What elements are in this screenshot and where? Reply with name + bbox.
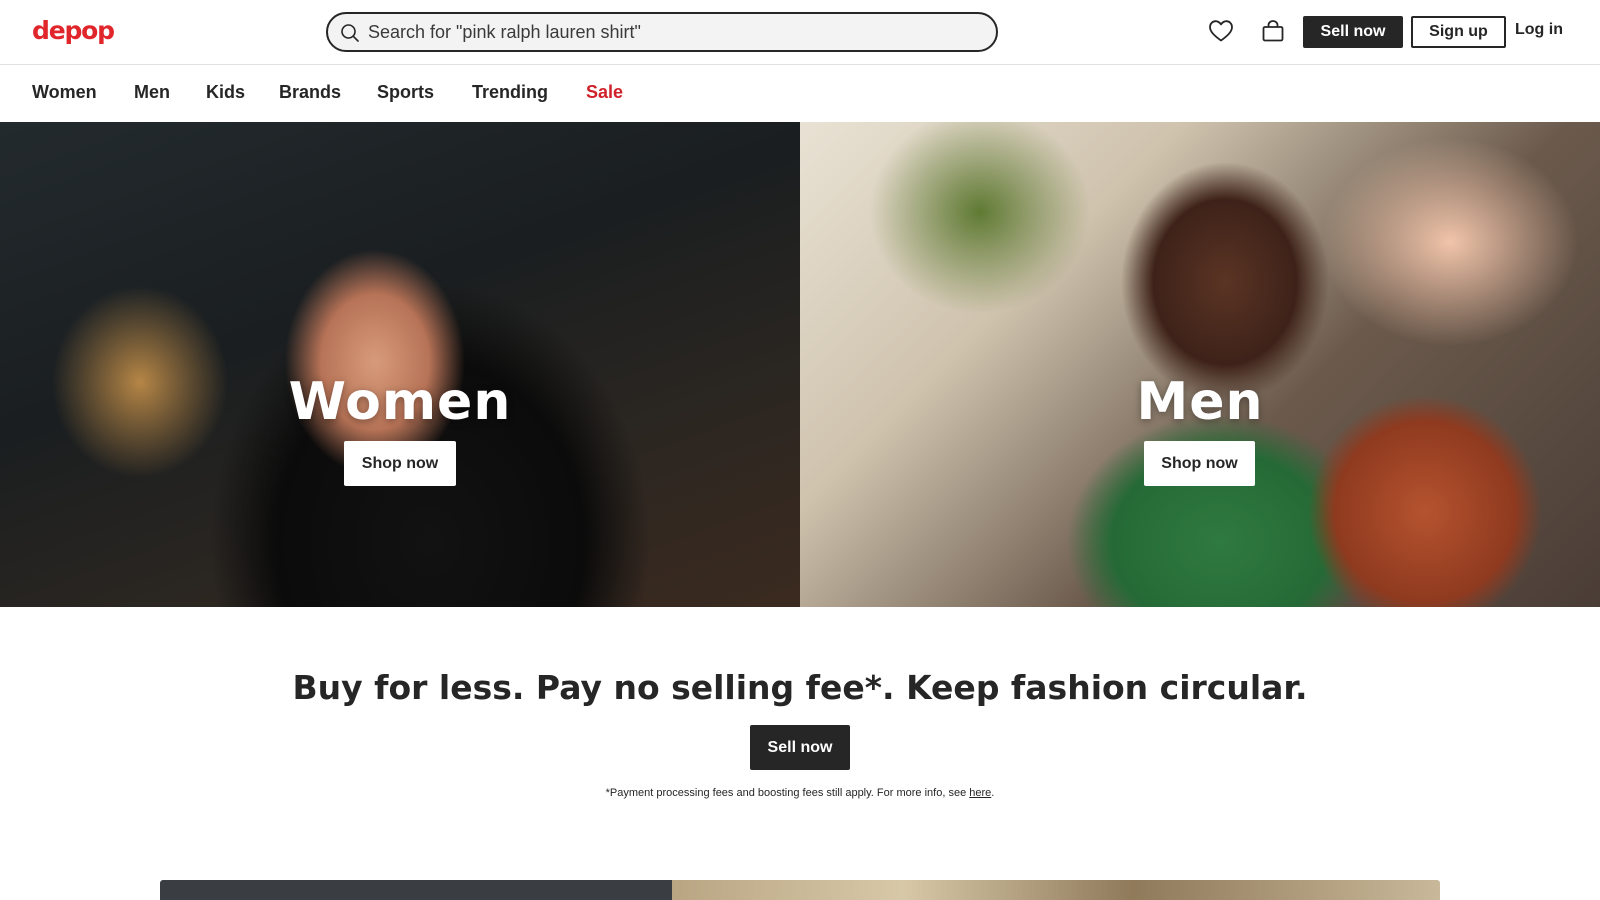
bottom-promo-banner xyxy=(160,880,1440,900)
sign-up-button[interactable]: Sign up xyxy=(1411,16,1506,48)
fee-footnote: *Payment processing fees and boosting fe… xyxy=(0,787,1600,799)
search-input[interactable] xyxy=(368,20,978,44)
hero-women-title: Women xyxy=(288,372,512,432)
nav-item-women[interactable]: Women xyxy=(32,82,97,103)
search-icon[interactable] xyxy=(340,23,360,43)
nav-item-sale[interactable]: Sale xyxy=(586,82,623,103)
hero-men-title: Men xyxy=(1136,372,1264,432)
promo-headline: Buy for less. Pay no selling fee*. Keep … xyxy=(292,668,1308,707)
shop-women-button[interactable]: Shop now xyxy=(344,441,456,486)
nav-item-brands[interactable]: Brands xyxy=(279,82,341,103)
top-header: depop Sell now Sign up Log in xyxy=(0,0,1600,65)
footnote-end: . xyxy=(991,787,995,799)
shopping-bag-icon[interactable] xyxy=(1258,16,1288,46)
search-bar[interactable] xyxy=(326,12,998,52)
nav-item-men[interactable]: Men xyxy=(134,82,170,103)
shop-men-button[interactable]: Shop now xyxy=(1144,441,1255,486)
nav-item-trending[interactable]: Trending xyxy=(472,82,548,103)
bottom-banner-panel xyxy=(160,880,672,900)
log-in-link[interactable]: Log in xyxy=(1515,21,1563,39)
depop-logo[interactable]: depop xyxy=(32,17,115,45)
footnote-here-link[interactable]: here xyxy=(969,787,991,799)
nav-item-kids[interactable]: Kids xyxy=(206,82,245,103)
hero-women-banner[interactable]: Women Shop now xyxy=(0,122,800,607)
nav-item-sports[interactable]: Sports xyxy=(377,82,434,103)
category-nav: Women Men Kids Brands Sports Trending Sa… xyxy=(0,65,1600,122)
sell-now-button[interactable]: Sell now xyxy=(1303,16,1403,48)
hero-men-banner[interactable]: Men Shop now xyxy=(800,122,1600,607)
heart-icon[interactable] xyxy=(1206,16,1236,46)
promo-sell-now-button[interactable]: Sell now xyxy=(750,725,850,770)
footnote-text: *Payment processing fees and boosting fe… xyxy=(605,787,970,799)
bottom-banner-image xyxy=(672,880,1440,900)
